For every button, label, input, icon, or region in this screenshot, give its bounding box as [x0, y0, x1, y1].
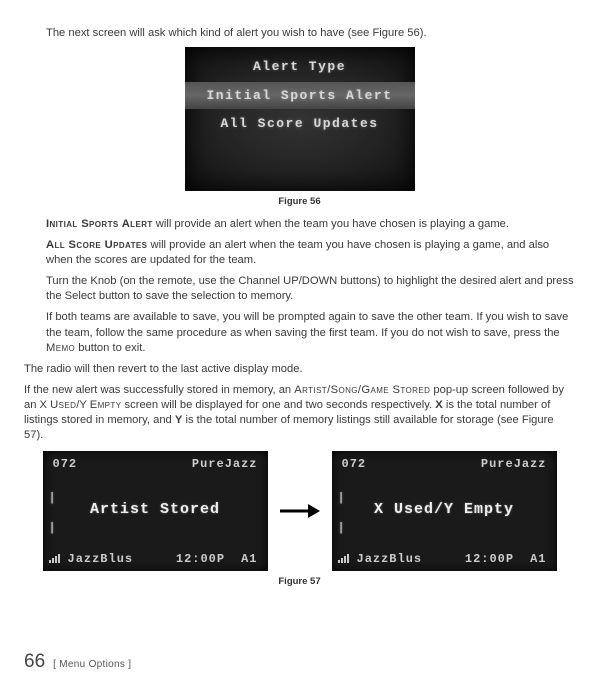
- term-empty: Empty: [90, 399, 122, 411]
- option-all-score-updates: All Score Updates: [185, 110, 415, 138]
- signal-icon: [49, 554, 60, 563]
- preset: A1: [241, 551, 257, 567]
- intro-text: The next screen will ask which kind of a…: [46, 26, 575, 41]
- term-artist-song-game-stored: Artist/Song/Game Stored: [294, 384, 430, 396]
- now-playing: JazzBlus: [357, 551, 423, 567]
- channel-number: 072: [342, 456, 367, 472]
- term-x: X: [435, 399, 442, 411]
- channel-name: PureJazz: [192, 456, 258, 472]
- channel-name: PureJazz: [481, 456, 547, 472]
- term-initial-sports-alert: Initial Sports Alert: [46, 218, 153, 230]
- popup-message: Artist Stored: [43, 476, 268, 548]
- preset: A1: [530, 551, 546, 567]
- arrow-right-icon: [280, 500, 320, 522]
- para-all-score-updates: All Score Updates will provide an alert …: [46, 238, 575, 268]
- page-number: 66: [24, 649, 45, 675]
- screen-title: Alert Type: [185, 53, 415, 81]
- term-all-score-updates: All Score Updates: [46, 239, 147, 251]
- term-memo: Memo: [46, 342, 75, 354]
- para-initial-sports-alert: Initial Sports Alert will provide an ale…: [46, 217, 575, 232]
- para-both-teams: If both teams are available to save, you…: [46, 310, 575, 355]
- figure-56: Alert Type Initial Sports Alert All Scor…: [24, 47, 575, 191]
- para-turn-knob: Turn the Knob (on the remote, use the Ch…: [46, 274, 575, 304]
- used-empty-screen: 072 PureJazz X Used/Y Empty JazzBlus 12:…: [332, 451, 557, 571]
- signal-icon: [338, 554, 349, 563]
- para-stored-description: If the new alert was successfully stored…: [24, 383, 575, 443]
- artist-stored-screen: 072 PureJazz Artist Stored JazzBlus 12:0…: [43, 451, 268, 571]
- time: 12:00P: [465, 551, 514, 567]
- channel-number: 072: [53, 456, 78, 472]
- alert-type-screen: Alert Type Initial Sports Alert All Scor…: [185, 47, 415, 191]
- page-footer: 66 [ Menu Options ]: [24, 649, 575, 675]
- para-revert: The radio will then revert to the last a…: [24, 362, 575, 377]
- now-playing: JazzBlus: [68, 551, 134, 567]
- figure-57: 072 PureJazz Artist Stored JazzBlus 12:0…: [24, 451, 575, 571]
- time: 12:00P: [176, 551, 225, 567]
- figure-56-label: Figure 56: [24, 196, 575, 209]
- chapter-title: [ Menu Options ]: [53, 658, 131, 672]
- popup-message: X Used/Y Empty: [332, 476, 557, 548]
- term-used: Used: [50, 399, 76, 411]
- figure-57-label: Figure 57: [24, 576, 575, 589]
- option-initial-sports-alert: Initial Sports Alert: [185, 82, 415, 110]
